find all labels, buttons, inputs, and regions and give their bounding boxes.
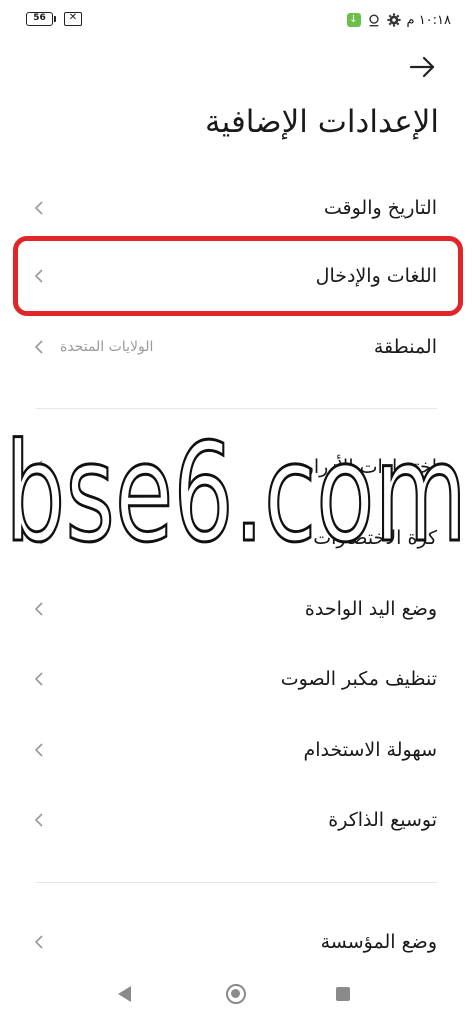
home-circle-icon[interactable] xyxy=(226,984,246,1004)
arrow-right-icon[interactable] xyxy=(407,52,437,82)
settings-item-region[interactable]: المنطقة الولايات المتحدة xyxy=(0,313,473,381)
settings-item-date-time[interactable]: التاريخ والوقت xyxy=(0,174,473,242)
chevron-left-icon xyxy=(34,813,43,827)
page-title: الإعدادات الإضافية xyxy=(205,104,439,140)
battery-icon: 56 xyxy=(26,12,53,26)
watermark-text: bse6.com xyxy=(5,418,467,568)
settings-item-label: سهولة الاستخدام xyxy=(303,739,437,761)
settings-item-label: توسيع الذاكرة xyxy=(328,809,437,831)
status-bar: 56 ✕ ١٠:١٨ م ↓ xyxy=(0,0,473,40)
watermark-overlay: bse6.com xyxy=(4,418,469,568)
navigation-bar xyxy=(0,966,473,1024)
divider xyxy=(36,408,437,409)
divider xyxy=(36,882,437,883)
battery-tip xyxy=(54,16,56,22)
green-download-icon: ↓ xyxy=(346,13,361,27)
settings-item-label: تنظيف مكبر الصوت xyxy=(280,668,437,690)
settings-item-clean-speaker[interactable]: تنظيف مكبر الصوت xyxy=(0,645,473,713)
back-triangle-icon[interactable] xyxy=(118,986,131,1002)
status-time: ١٠:١٨ م xyxy=(406,12,452,28)
settings-item-label: وضع المؤسسة xyxy=(320,931,437,953)
settings-item-label: التاريخ والوقت xyxy=(323,197,437,219)
settings-item-memory-extension[interactable]: توسيع الذاكرة xyxy=(0,786,473,854)
chevron-left-icon xyxy=(34,201,43,215)
settings-item-value: الولايات المتحدة xyxy=(60,339,154,355)
chevron-left-icon xyxy=(34,935,43,949)
highlight-box xyxy=(13,236,463,316)
settings-item-label: وضع اليد الواحدة xyxy=(304,598,437,620)
status-right-group: ١٠:١٨ م ↓ xyxy=(346,10,452,30)
settings-item-accessibility[interactable]: سهولة الاستخدام xyxy=(0,716,473,784)
location-icon xyxy=(368,14,379,27)
chevron-left-icon xyxy=(34,672,43,686)
chevron-left-icon xyxy=(34,743,43,757)
settings-item-one-handed-mode[interactable]: وضع اليد الواحدة xyxy=(0,575,473,643)
sim-disabled-icon: ✕ xyxy=(64,12,82,26)
settings-item-label: المنطقة xyxy=(373,336,437,358)
recents-square-icon[interactable] xyxy=(336,987,350,1001)
settings-gear-icon xyxy=(386,13,401,27)
chevron-left-icon xyxy=(34,602,43,616)
chevron-left-icon xyxy=(34,340,43,354)
